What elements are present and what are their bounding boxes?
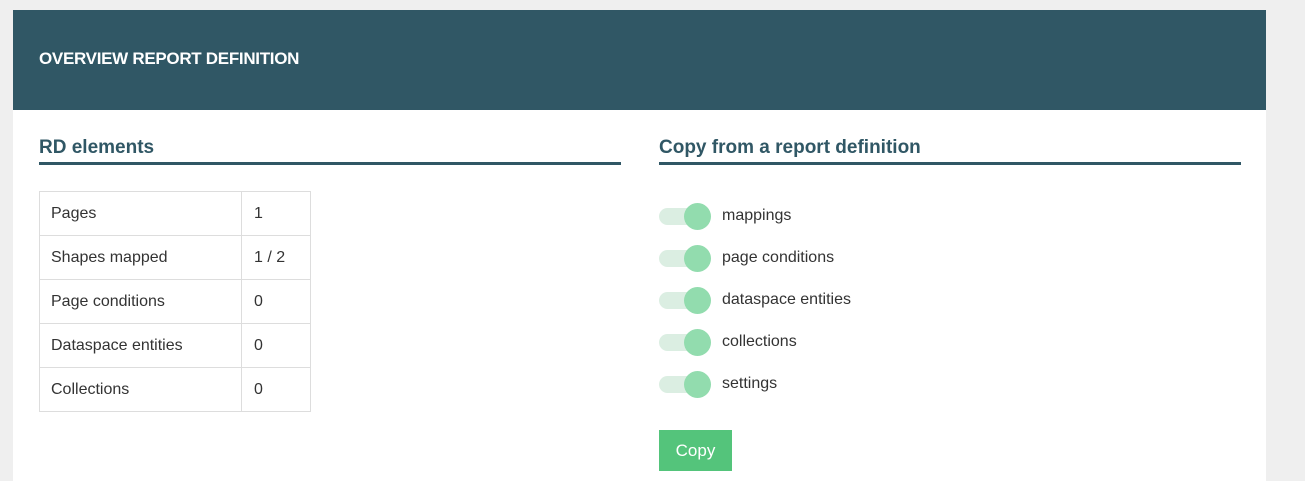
copy-options-list: mappings page conditions dataspace entit… (659, 195, 1241, 405)
mappings-toggle[interactable] (659, 203, 711, 230)
table-cell-value: 0 (241, 323, 311, 368)
page-title: OVERVIEW REPORT DEFINITION (39, 49, 300, 68)
table-cell-label: Pages (39, 191, 242, 236)
table-row: Collections 0 (39, 367, 311, 412)
page-conditions-toggle[interactable] (659, 245, 711, 272)
collections-toggle[interactable] (659, 329, 711, 356)
toggle-row-settings: settings (659, 363, 1241, 405)
table-cell-value: 1 / 2 (241, 235, 311, 280)
rd-elements-table: Pages 1 Shapes mapped 1 / 2 Page conditi… (39, 191, 311, 412)
toggle-label: mappings (722, 207, 792, 224)
settings-toggle[interactable] (659, 371, 711, 398)
toggle-label: page conditions (722, 249, 835, 266)
toggle-knob (684, 287, 711, 314)
copy-section-title: Copy from a report definition (659, 136, 1241, 165)
table-cell-label: Collections (39, 367, 242, 412)
dataspace-entities-toggle[interactable] (659, 287, 711, 314)
toggle-row-mappings: mappings (659, 195, 1241, 237)
overview-panel: OVERVIEW REPORT DEFINITION RD elements P… (13, 10, 1266, 481)
rd-elements-section: RD elements Pages 1 Shapes mapped 1 / 2 … (39, 136, 621, 412)
toggle-row-page-conditions: page conditions (659, 237, 1241, 279)
table-cell-value: 1 (241, 191, 311, 236)
toggle-label: settings (722, 375, 778, 392)
panel-header: OVERVIEW REPORT DEFINITION (13, 10, 1266, 110)
table-cell-value: 0 (241, 279, 311, 324)
toggle-label: collections (722, 333, 797, 350)
rd-elements-title: RD elements (39, 136, 621, 165)
table-cell-label: Shapes mapped (39, 235, 242, 280)
toggle-knob (684, 329, 711, 356)
toggle-knob (684, 371, 711, 398)
table-cell-label: Dataspace entities (39, 323, 242, 368)
table-cell-label: Page conditions (39, 279, 242, 324)
toggle-knob (684, 203, 711, 230)
toggle-row-collections: collections (659, 321, 1241, 363)
table-row: Pages 1 (39, 191, 311, 236)
table-row: Shapes mapped 1 / 2 (39, 235, 311, 280)
table-row: Dataspace entities 0 (39, 323, 311, 368)
toggle-label: dataspace entities (722, 291, 851, 308)
copy-section: Copy from a report definition mappings p… (659, 136, 1241, 471)
toggle-row-dataspace-entities: dataspace entities (659, 279, 1241, 321)
table-row: Page conditions 0 (39, 279, 311, 324)
toggle-knob (684, 245, 711, 272)
copy-button[interactable]: Copy (659, 430, 732, 471)
table-cell-value: 0 (241, 367, 311, 412)
